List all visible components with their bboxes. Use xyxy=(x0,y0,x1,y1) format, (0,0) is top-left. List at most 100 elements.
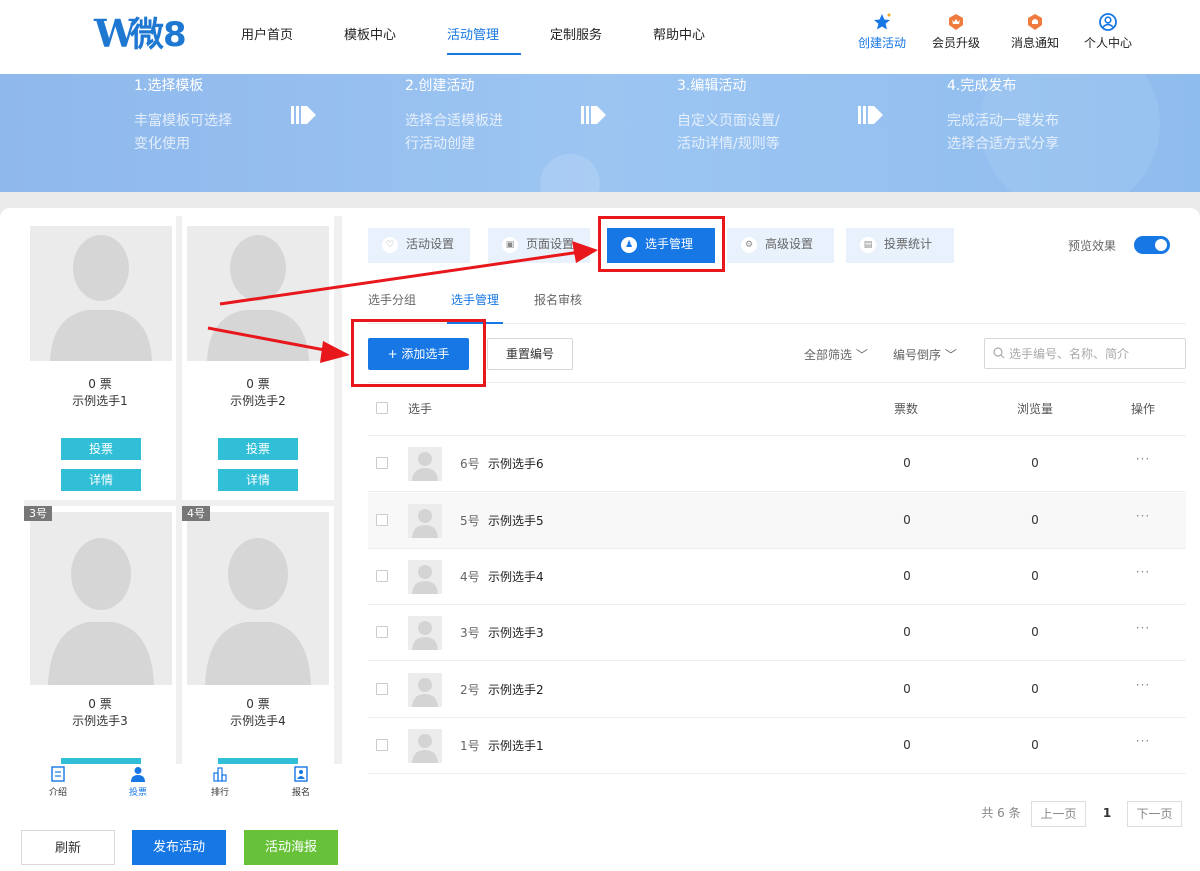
detail-button[interactable]: 详情 xyxy=(61,469,141,491)
table-row[interactable]: 5号 示例选手5 0 0 ··· xyxy=(368,493,1186,549)
header-views: 浏览量 xyxy=(1017,402,1054,416)
heart-icon: ♡ xyxy=(382,236,398,253)
nav-help-center[interactable]: 帮助中心 xyxy=(653,24,705,43)
preview-toggle[interactable] xyxy=(1134,236,1170,254)
arrow-right-icon xyxy=(291,106,316,124)
add-player-button[interactable]: + 添加选手 xyxy=(368,338,469,370)
more-actions-icon[interactable]: ··· xyxy=(1128,452,1158,466)
table-row[interactable]: 4号 示例选手4 0 0 ··· xyxy=(368,549,1186,605)
view-count: 0 xyxy=(1031,682,1039,696)
tab-vote-statistics[interactable]: ▤ 投票统计 xyxy=(846,228,954,263)
tab-advanced-settings[interactable]: ⚙ 高级设置 xyxy=(727,228,834,263)
view-count: 0 xyxy=(1031,569,1039,583)
nav-activity-management[interactable]: 活动管理 xyxy=(447,24,499,43)
nav-user-home[interactable]: 用户首页 xyxy=(241,24,293,43)
logo[interactable]: W 微8 xyxy=(94,12,194,56)
avatar xyxy=(408,504,442,538)
step-desc: 选择合适模板进 行活动创建 xyxy=(405,113,503,152)
player-name: 示例选手3 xyxy=(72,714,128,728)
vote-button[interactable]: 投票 xyxy=(218,438,298,460)
row-checkbox[interactable] xyxy=(376,626,388,638)
notifications-label: 消息通知 xyxy=(1010,36,1059,50)
create-activity-label: 创建活动 xyxy=(857,36,906,50)
refresh-button[interactable]: 刷新 xyxy=(21,830,115,865)
person-silhouette-icon xyxy=(412,734,438,763)
prev-page-button[interactable]: 上一页 xyxy=(1031,801,1086,827)
publish-activity-button[interactable]: 发布活动 xyxy=(132,830,226,865)
step-4: 4.完成发布 完成活动一键发布 选择合适方式分享 xyxy=(947,76,1059,156)
preview-card[interactable]: 3号 0 票 示例选手3 xyxy=(24,506,176,764)
more-actions-icon[interactable]: ··· xyxy=(1128,734,1158,748)
step-title: 3.编辑活动 xyxy=(677,78,747,94)
top-header: W 微8 用户首页 模板中心 活动管理 定制服务 帮助中心 创建活动 会员升级 … xyxy=(0,0,1200,74)
header-actions: 操作 xyxy=(1131,402,1156,416)
preview-card[interactable]: 4号 0 票 示例选手4 xyxy=(182,506,334,764)
avatar xyxy=(408,616,442,650)
calendar-icon: ▤ xyxy=(860,236,876,253)
star-icon xyxy=(872,12,892,32)
player-name: 示例选手4 xyxy=(488,570,544,584)
vote-button[interactable]: 投票 xyxy=(61,438,141,460)
subtab-player-management[interactable]: 选手管理 xyxy=(451,291,499,308)
detail-button[interactable]: 详情 xyxy=(218,469,298,491)
row-checkbox[interactable] xyxy=(376,457,388,469)
table-row[interactable]: 6号 示例选手6 0 0 ··· xyxy=(368,436,1186,492)
arrow-right-icon xyxy=(858,106,883,124)
create-activity-link[interactable]: 创建活动 xyxy=(852,12,912,51)
personal-center-link[interactable]: 个人中心 xyxy=(1078,12,1138,51)
search-input[interactable] xyxy=(985,339,1165,368)
table-row[interactable]: 3号 示例选手3 0 0 ··· xyxy=(368,605,1186,661)
more-actions-icon[interactable]: ··· xyxy=(1128,565,1158,579)
sort-dropdown[interactable]: 编号倒序 ﹀ xyxy=(893,346,957,363)
vote-count: 0 xyxy=(903,738,911,752)
player-number: 1号 xyxy=(460,739,480,753)
subtab-signup-review[interactable]: 报名审核 xyxy=(534,291,582,308)
chevron-down-icon: ﹀ xyxy=(944,348,957,362)
table-row[interactable]: 1号 示例选手1 0 0 ··· xyxy=(368,718,1186,774)
reset-number-button[interactable]: 重置编号 xyxy=(487,338,573,370)
more-actions-icon[interactable]: ··· xyxy=(1128,678,1158,692)
view-count: 0 xyxy=(1031,738,1039,752)
tab-ranking[interactable]: 排行 xyxy=(200,766,240,798)
tab-page-settings[interactable]: ▣ 页面设置 xyxy=(488,228,590,263)
tab-intro[interactable]: 介绍 xyxy=(38,766,78,798)
notifications-link[interactable]: 消息通知 xyxy=(1005,12,1065,51)
member-upgrade-link[interactable]: 会员升级 xyxy=(926,12,986,51)
vote-count: 0 xyxy=(903,513,911,527)
mobile-preview[interactable]: 0 票 示例选手1 投票 详情 0 票 示例选手2 投票 详情 3号 0 票 示… xyxy=(24,216,342,764)
settings-icon: ⚙ xyxy=(741,236,757,253)
more-actions-icon[interactable]: ··· xyxy=(1128,509,1158,523)
tab-vote[interactable]: 投票 xyxy=(118,766,158,798)
search-icon xyxy=(993,347,1005,359)
activity-poster-button[interactable]: 活动海报 xyxy=(244,830,338,865)
row-checkbox[interactable] xyxy=(376,739,388,751)
player-number: 4号 xyxy=(460,570,480,584)
vote-count: 0 xyxy=(903,682,911,696)
person-silhouette-icon xyxy=(412,565,438,594)
number-badge: 3号 xyxy=(24,506,52,521)
nav-custom-service[interactable]: 定制服务 xyxy=(550,24,602,43)
row-checkbox[interactable] xyxy=(376,514,388,526)
row-checkbox[interactable] xyxy=(376,683,388,695)
more-actions-icon[interactable]: ··· xyxy=(1128,621,1158,635)
table-row[interactable]: 2号 示例选手2 0 0 ··· xyxy=(368,662,1186,718)
tab-player-management[interactable]: ♟ 选手管理 xyxy=(607,228,715,263)
preview-card[interactable]: 0 票 示例选手1 投票 详情 xyxy=(24,216,176,500)
next-page-button[interactable]: 下一页 xyxy=(1127,801,1182,827)
nav-template-center[interactable]: 模板中心 xyxy=(344,24,396,43)
tab-signup[interactable]: 报名 xyxy=(281,766,321,798)
current-page[interactable]: 1 xyxy=(1096,801,1118,827)
pagination-total: 共 6 条 xyxy=(981,806,1021,820)
person-silhouette-icon xyxy=(412,509,438,538)
player-name: 示例选手5 xyxy=(488,514,544,528)
header-player: 选手 xyxy=(408,402,433,416)
vote-count: 0 xyxy=(903,625,911,639)
row-checkbox[interactable] xyxy=(376,570,388,582)
vote-count: 0 xyxy=(903,569,911,583)
preview-card[interactable]: 0 票 示例选手2 投票 详情 xyxy=(182,216,334,500)
tab-activity-settings[interactable]: ♡ 活动设置 xyxy=(368,228,470,263)
filter-all-dropdown[interactable]: 全部筛选 ﹀ xyxy=(804,346,868,363)
vote-count: 0 票 xyxy=(88,697,112,711)
select-all-checkbox[interactable] xyxy=(376,402,388,414)
subtab-player-groups[interactable]: 选手分组 xyxy=(368,291,416,308)
